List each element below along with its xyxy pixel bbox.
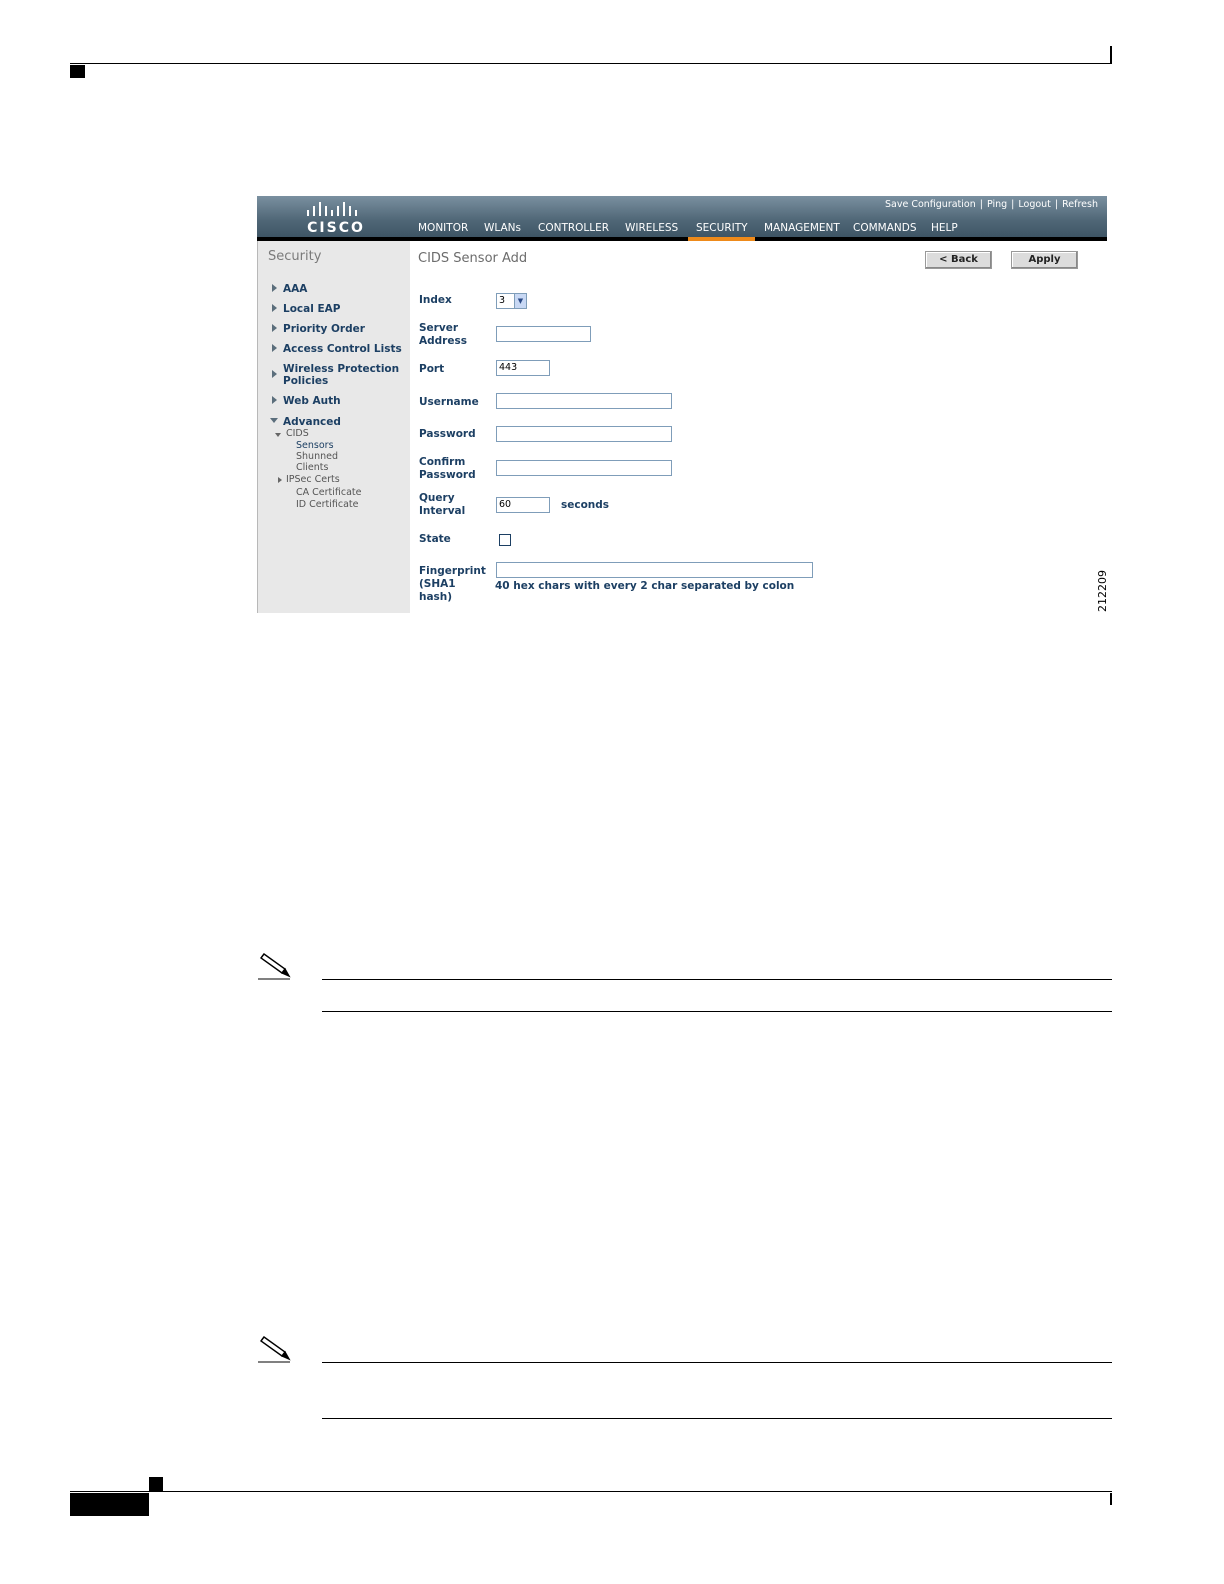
fingerprint-hint: 40 hex chars with every 2 char separated… — [495, 580, 795, 592]
nav-controller[interactable]: CONTROLLER — [538, 222, 609, 234]
footer-rule — [70, 1491, 1112, 1492]
collapse-arrow-icon[interactable] — [270, 418, 278, 423]
cids-sensor-add-screenshot: CISCO Save Configuration | Ping | Logout | Ref… — [257, 196, 1107, 613]
header-rule — [70, 63, 1112, 64]
fingerprint-label-line2: (SHA1 — [419, 578, 456, 590]
footer-marker — [149, 1477, 163, 1491]
sidebar-sub-clients[interactable]: Clients — [296, 462, 328, 473]
refresh-link[interactable]: Refresh — [1062, 199, 1098, 210]
logo-text: CISCO — [307, 220, 365, 236]
sidebar-sub-id-certificate[interactable]: ID Certificate — [296, 499, 358, 510]
expand-arrow-icon[interactable] — [272, 396, 277, 404]
sidebar-item-advanced[interactable]: Advanced — [283, 416, 341, 428]
figure-id: 212209 — [1096, 570, 1109, 612]
apply-button[interactable]: Apply — [1011, 251, 1078, 269]
sidebar-sub-cids[interactable]: CIDS — [286, 428, 309, 439]
index-label: Index — [419, 294, 452, 306]
index-select[interactable]: 3 ▼ — [496, 293, 527, 309]
fingerprint-label-line1: Fingerprint — [419, 565, 486, 577]
query-interval-label-line1: Query — [419, 492, 455, 504]
sidebar-item-web-auth[interactable]: Web Auth — [283, 395, 341, 407]
password-label: Password — [419, 428, 476, 440]
nav-management[interactable]: MANAGEMENT — [764, 222, 840, 234]
save-configuration-link[interactable]: Save Configuration — [885, 199, 976, 210]
port-input[interactable]: 443 — [496, 360, 550, 376]
confirm-password-input[interactable] — [496, 460, 672, 476]
logout-link[interactable]: Logout — [1018, 199, 1051, 210]
sidebar-sub-ca-certificate[interactable]: CA Certificate — [296, 487, 362, 498]
sidebar-item-access-control-lists[interactable]: Access Control Lists — [283, 343, 402, 355]
back-button[interactable]: < Back — [925, 251, 992, 269]
sidebar-sub-sensors[interactable]: Sensors — [296, 440, 334, 451]
state-label: State — [419, 533, 451, 545]
sidebar-item-priority-order[interactable]: Priority Order — [283, 323, 365, 335]
server-address-input[interactable] — [496, 326, 591, 342]
query-interval-input[interactable]: 60 — [496, 497, 550, 513]
index-value: 3 — [499, 295, 506, 306]
sidebar-item-local-eap[interactable]: Local EAP — [283, 303, 340, 315]
top-bar: CISCO Save Configuration | Ping | Logout | Ref… — [257, 196, 1107, 237]
password-input[interactable] — [496, 426, 672, 442]
footer-tick — [1110, 1493, 1112, 1505]
sidebar-item-policies[interactable]: Policies — [283, 375, 328, 387]
pencil-icon — [258, 953, 291, 980]
collapse-arrow-icon[interactable] — [275, 433, 281, 437]
server-address-label-line2: Address — [419, 335, 467, 347]
fingerprint-input[interactable] — [496, 562, 813, 578]
expand-arrow-icon[interactable] — [272, 304, 277, 312]
cisco-bridge-icon — [307, 202, 357, 216]
chevron-down-icon[interactable]: ▼ — [514, 294, 526, 308]
state-checkbox[interactable] — [499, 534, 511, 546]
note-rule-bottom — [322, 1011, 1112, 1012]
expand-arrow-icon[interactable] — [272, 370, 277, 378]
sidebar-sub-ipsec-certs[interactable]: IPSec Certs — [286, 474, 340, 485]
server-address-label-line1: Server — [419, 322, 459, 334]
expand-arrow-icon[interactable] — [272, 284, 277, 292]
nav-commands[interactable]: COMMANDS — [853, 222, 917, 234]
username-input[interactable] — [496, 393, 672, 409]
nav-wlans[interactable]: WLANs — [484, 222, 521, 234]
ping-link[interactable]: Ping — [987, 199, 1007, 210]
note-rule-bottom — [322, 1418, 1112, 1419]
sidebar-item-wireless-protection[interactable]: Wireless Protection — [283, 363, 399, 375]
cisco-logo: CISCO — [301, 202, 371, 236]
header-tick — [1110, 46, 1112, 64]
query-interval-unit: seconds — [561, 499, 610, 511]
header-marker — [70, 65, 85, 78]
port-label: Port — [419, 363, 445, 375]
query-interval-label-line2: Interval — [419, 505, 466, 517]
expand-arrow-icon[interactable] — [272, 344, 277, 352]
sidebar: Security AAA Local EAP Priority Order Ac… — [257, 241, 410, 613]
nav-active-indicator — [688, 237, 755, 241]
nav-monitor[interactable]: MONITOR — [418, 222, 468, 234]
sidebar-sub-shunned[interactable]: Shunned — [296, 451, 338, 462]
note-rule-top — [322, 1362, 1112, 1363]
note-rule-top — [322, 979, 1112, 980]
pencil-icon — [258, 1336, 291, 1363]
utility-links: Save Configuration | Ping | Logout | Refresh — [884, 199, 1098, 210]
sidebar-item-aaa[interactable]: AAA — [283, 283, 307, 295]
footer-page-block — [70, 1493, 149, 1516]
nav-wireless[interactable]: WIRELESS — [625, 222, 678, 234]
username-label: Username — [419, 396, 479, 408]
fingerprint-label-line3: hash) — [419, 591, 453, 603]
confirm-password-label-line2: Password — [419, 469, 476, 481]
nav-security[interactable]: SECURITY — [696, 222, 748, 234]
nav-help[interactable]: HELP — [931, 222, 958, 234]
confirm-password-label-line1: Confirm — [419, 456, 466, 468]
expand-arrow-icon[interactable] — [272, 324, 277, 332]
expand-arrow-icon[interactable] — [278, 477, 282, 483]
page-title: CIDS Sensor Add — [418, 251, 528, 266]
sidebar-title: Security — [268, 249, 322, 264]
